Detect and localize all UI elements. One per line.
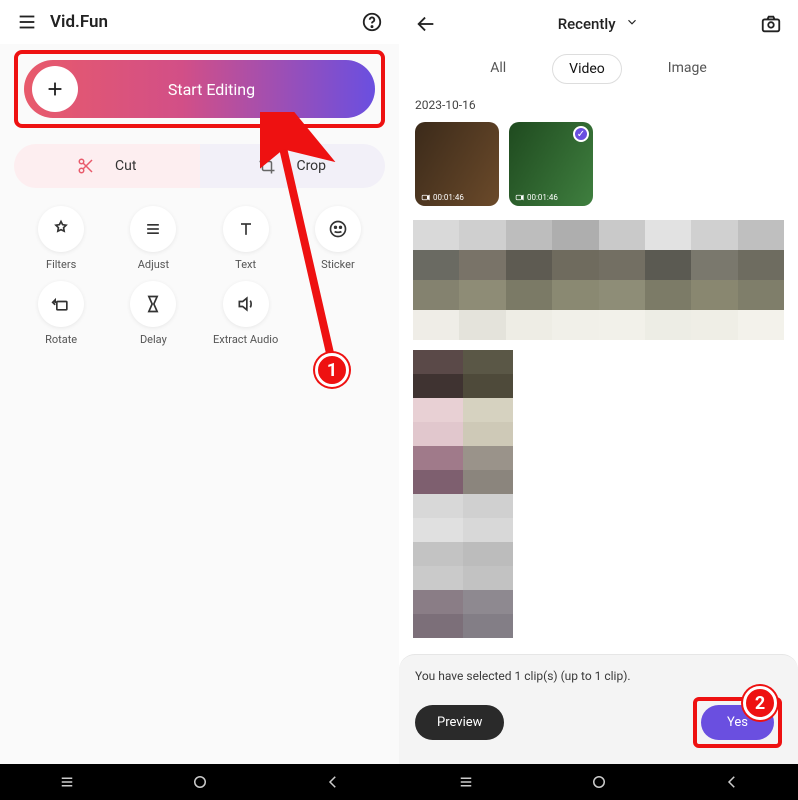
section-date: 2023-10-16 [399, 94, 798, 116]
adjust-icon [130, 206, 176, 252]
preview-button[interactable]: Preview [415, 705, 504, 740]
tool-label: Text [235, 258, 256, 271]
crop-label: Crop [296, 158, 326, 174]
selection-sheet: You have selected 1 clip(s) (up to 1 cli… [399, 654, 798, 764]
tool-label: Sticker [321, 258, 355, 271]
selected-check-icon: ✓ [573, 126, 589, 142]
help-icon[interactable] [359, 9, 385, 35]
album-picker[interactable]: Recently [439, 15, 758, 33]
filter-tabs: All Video Image [399, 48, 798, 94]
tool-text[interactable]: Text [203, 206, 289, 271]
camera-icon[interactable] [758, 11, 784, 37]
tool-label: Delay [140, 333, 167, 346]
crop-button[interactable]: Crop [200, 144, 386, 188]
tool-label: Extract Audio [213, 333, 278, 346]
audio-icon [223, 281, 269, 327]
picker-header: Recently [399, 0, 798, 48]
video-thumbnail[interactable]: 00:01:46 [415, 122, 499, 206]
tab-all[interactable]: All [474, 54, 522, 84]
plus-icon [32, 66, 78, 112]
nav-home-icon[interactable] [590, 773, 608, 791]
cut-label: Cut [115, 158, 136, 174]
tool-label: Filters [46, 258, 76, 271]
tool-sticker[interactable]: Sticker [295, 206, 381, 271]
text-icon [223, 206, 269, 252]
back-icon[interactable] [413, 11, 439, 37]
sticker-icon [315, 206, 361, 252]
android-navbar [399, 764, 798, 800]
cut-button[interactable]: Cut [14, 144, 200, 188]
tool-label: Adjust [138, 258, 169, 271]
tool-delay[interactable]: Delay [110, 281, 196, 346]
tool-filters[interactable]: Filters [18, 206, 104, 271]
redacted-content [413, 350, 513, 638]
tool-extract-audio[interactable]: Extract Audio [203, 281, 289, 346]
nav-back-icon[interactable] [324, 773, 342, 791]
thumbnails-row: 00:01:46 ✓ 00:01:46 [399, 116, 798, 220]
scissors-icon [77, 157, 95, 175]
app-header: Vid.Fun [0, 0, 399, 44]
tool-grid: Filters Adjust Text Sticker Rotate Delay… [0, 194, 399, 358]
tab-image[interactable]: Image [652, 54, 723, 84]
nav-recents-icon[interactable] [457, 773, 475, 791]
annotation-step-2: 2 [743, 686, 777, 720]
filters-icon [38, 206, 84, 252]
delay-icon [130, 281, 176, 327]
annotation-step-1: 1 [315, 353, 349, 387]
start-editing-label: Start Editing [78, 80, 375, 99]
start-editing-button[interactable]: Start Editing [24, 60, 375, 118]
app-title: Vid.Fun [50, 12, 108, 32]
thumb-duration: 00:01:46 [421, 193, 464, 202]
tool-rotate[interactable]: Rotate [18, 281, 104, 346]
tool-adjust[interactable]: Adjust [110, 206, 196, 271]
tab-video[interactable]: Video [552, 54, 622, 84]
menu-icon[interactable] [14, 9, 40, 35]
redacted-content [413, 220, 784, 340]
crop-icon [258, 157, 276, 175]
chevron-down-icon [625, 15, 639, 29]
nav-back-icon[interactable] [723, 773, 741, 791]
album-label: Recently [558, 15, 616, 33]
nav-recents-icon[interactable] [58, 773, 76, 791]
tool-label: Rotate [45, 333, 77, 346]
thumb-duration: 00:01:46 [515, 193, 558, 202]
start-editing-highlight: Start Editing [14, 50, 385, 128]
video-thumbnail[interactable]: ✓ 00:01:46 [509, 122, 593, 206]
nav-home-icon[interactable] [191, 773, 209, 791]
selection-text: You have selected 1 clip(s) (up to 1 cli… [415, 669, 782, 683]
android-navbar [0, 764, 399, 800]
rotate-icon [38, 281, 84, 327]
